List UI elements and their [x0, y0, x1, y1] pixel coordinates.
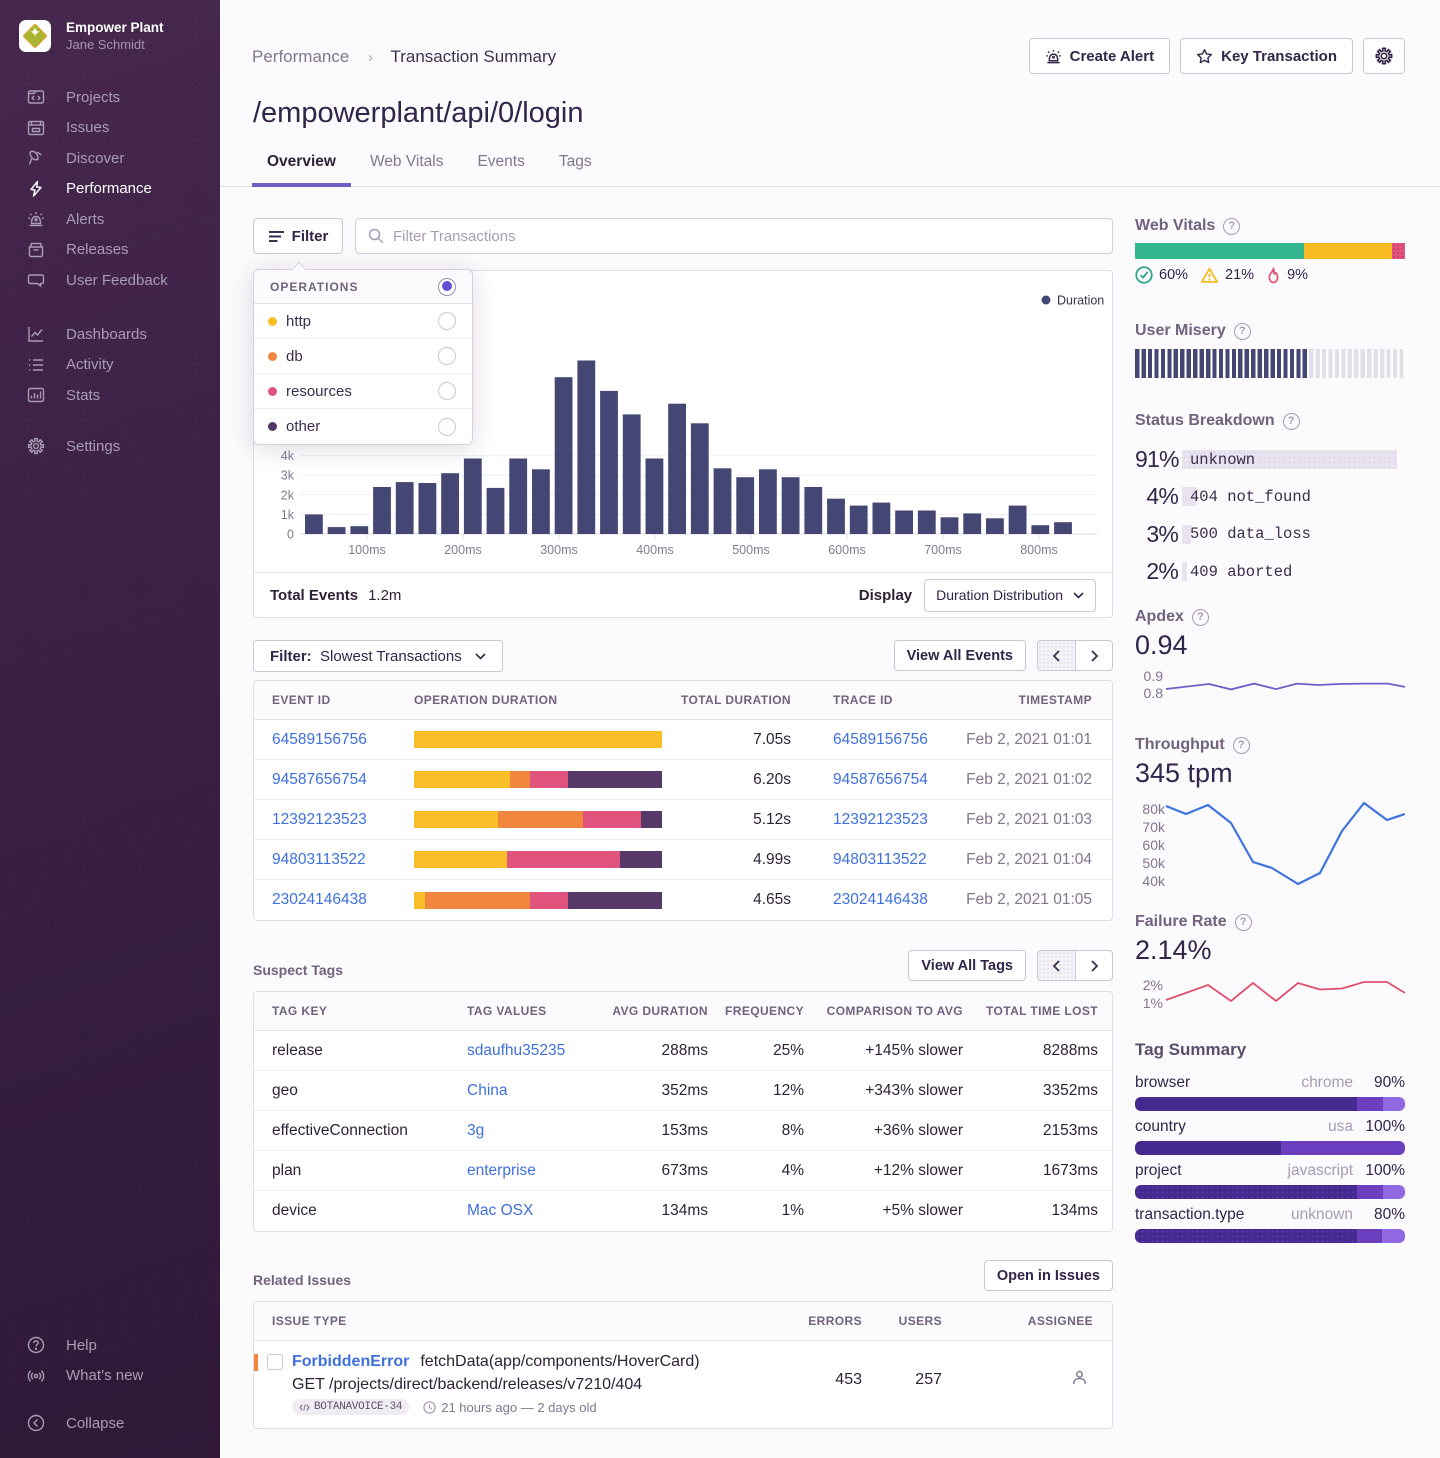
svg-text:800ms: 800ms: [1020, 543, 1058, 557]
svg-text:80k: 80k: [1142, 801, 1166, 817]
svg-text:2k: 2k: [281, 488, 295, 502]
svg-text:600ms: 600ms: [828, 543, 866, 557]
svg-text:50k: 50k: [1142, 855, 1166, 871]
svg-text:700ms: 700ms: [924, 543, 962, 557]
svg-text:300ms: 300ms: [540, 543, 578, 557]
svg-text:100ms: 100ms: [348, 543, 386, 557]
svg-text:1%: 1%: [1143, 995, 1163, 1011]
svg-text:0.9: 0.9: [1144, 668, 1164, 684]
svg-text:500ms: 500ms: [732, 543, 770, 557]
svg-text:200ms: 200ms: [444, 543, 482, 557]
svg-text:0: 0: [287, 528, 294, 542]
svg-text:1k: 1k: [281, 508, 295, 522]
svg-text:70k: 70k: [1142, 819, 1166, 835]
svg-text:400ms: 400ms: [636, 543, 674, 557]
svg-text:3k: 3k: [281, 469, 295, 483]
svg-text:0.8: 0.8: [1144, 685, 1164, 701]
svg-text:40k: 40k: [1142, 873, 1166, 889]
svg-text:60k: 60k: [1142, 837, 1166, 853]
svg-text:2%: 2%: [1143, 977, 1163, 993]
svg-text:4k: 4k: [281, 449, 295, 463]
svg-text:Duration: Duration: [1057, 294, 1104, 308]
